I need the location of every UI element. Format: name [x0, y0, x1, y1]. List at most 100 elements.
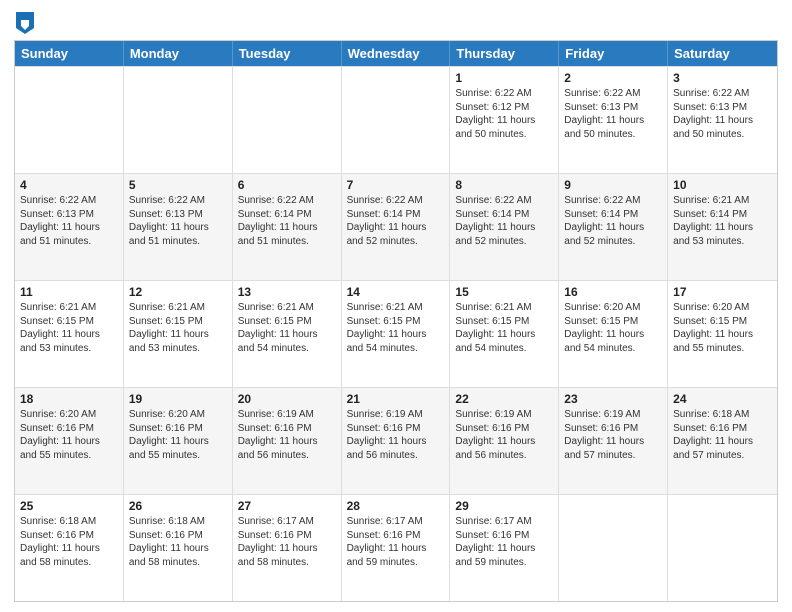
day-number: 18	[20, 391, 118, 407]
calendar-cell: 11Sunrise: 6:21 AM Sunset: 6:15 PM Dayli…	[15, 281, 124, 387]
calendar-header-cell: Thursday	[450, 41, 559, 66]
cell-info: Sunrise: 6:18 AM Sunset: 6:16 PM Dayligh…	[129, 515, 227, 569]
cell-info: Sunrise: 6:22 AM Sunset: 6:13 PM Dayligh…	[129, 194, 227, 248]
day-number: 2	[564, 70, 662, 86]
cell-info: Sunrise: 6:17 AM Sunset: 6:16 PM Dayligh…	[455, 515, 553, 569]
calendar-header-cell: Wednesday	[342, 41, 451, 66]
day-number: 28	[347, 498, 445, 514]
logo-icon	[16, 12, 34, 34]
day-number: 15	[455, 284, 553, 300]
day-number: 1	[455, 70, 553, 86]
day-number: 20	[238, 391, 336, 407]
calendar-cell: 8Sunrise: 6:22 AM Sunset: 6:14 PM Daylig…	[450, 174, 559, 280]
cell-info: Sunrise: 6:17 AM Sunset: 6:16 PM Dayligh…	[347, 515, 445, 569]
calendar: SundayMondayTuesdayWednesdayThursdayFrid…	[14, 40, 778, 602]
cell-info: Sunrise: 6:22 AM Sunset: 6:14 PM Dayligh…	[238, 194, 336, 248]
day-number: 5	[129, 177, 227, 193]
cell-info: Sunrise: 6:22 AM Sunset: 6:12 PM Dayligh…	[455, 87, 553, 141]
day-number: 4	[20, 177, 118, 193]
cell-info: Sunrise: 6:17 AM Sunset: 6:16 PM Dayligh…	[238, 515, 336, 569]
day-number: 3	[673, 70, 772, 86]
calendar-cell: 2Sunrise: 6:22 AM Sunset: 6:13 PM Daylig…	[559, 67, 668, 173]
day-number: 11	[20, 284, 118, 300]
calendar-header-cell: Saturday	[668, 41, 777, 66]
day-number: 29	[455, 498, 553, 514]
calendar-cell: 14Sunrise: 6:21 AM Sunset: 6:15 PM Dayli…	[342, 281, 451, 387]
cell-info: Sunrise: 6:21 AM Sunset: 6:15 PM Dayligh…	[20, 301, 118, 355]
cell-info: Sunrise: 6:21 AM Sunset: 6:15 PM Dayligh…	[347, 301, 445, 355]
cell-info: Sunrise: 6:22 AM Sunset: 6:14 PM Dayligh…	[564, 194, 662, 248]
calendar-cell: 15Sunrise: 6:21 AM Sunset: 6:15 PM Dayli…	[450, 281, 559, 387]
cell-info: Sunrise: 6:19 AM Sunset: 6:16 PM Dayligh…	[238, 408, 336, 462]
calendar-cell: 9Sunrise: 6:22 AM Sunset: 6:14 PM Daylig…	[559, 174, 668, 280]
calendar-cell: 19Sunrise: 6:20 AM Sunset: 6:16 PM Dayli…	[124, 388, 233, 494]
day-number: 13	[238, 284, 336, 300]
day-number: 23	[564, 391, 662, 407]
calendar-cell: 27Sunrise: 6:17 AM Sunset: 6:16 PM Dayli…	[233, 495, 342, 601]
calendar-header-cell: Monday	[124, 41, 233, 66]
calendar-cell	[342, 67, 451, 173]
cell-info: Sunrise: 6:19 AM Sunset: 6:16 PM Dayligh…	[564, 408, 662, 462]
calendar-cell: 20Sunrise: 6:19 AM Sunset: 6:16 PM Dayli…	[233, 388, 342, 494]
cell-info: Sunrise: 6:20 AM Sunset: 6:15 PM Dayligh…	[673, 301, 772, 355]
calendar-cell: 1Sunrise: 6:22 AM Sunset: 6:12 PM Daylig…	[450, 67, 559, 173]
cell-info: Sunrise: 6:20 AM Sunset: 6:16 PM Dayligh…	[20, 408, 118, 462]
cell-info: Sunrise: 6:21 AM Sunset: 6:15 PM Dayligh…	[129, 301, 227, 355]
page: SundayMondayTuesdayWednesdayThursdayFrid…	[0, 0, 792, 612]
calendar-cell: 22Sunrise: 6:19 AM Sunset: 6:16 PM Dayli…	[450, 388, 559, 494]
calendar-header-cell: Friday	[559, 41, 668, 66]
cell-info: Sunrise: 6:22 AM Sunset: 6:13 PM Dayligh…	[564, 87, 662, 141]
calendar-cell: 7Sunrise: 6:22 AM Sunset: 6:14 PM Daylig…	[342, 174, 451, 280]
day-number: 22	[455, 391, 553, 407]
calendar-cell: 13Sunrise: 6:21 AM Sunset: 6:15 PM Dayli…	[233, 281, 342, 387]
calendar-cell: 12Sunrise: 6:21 AM Sunset: 6:15 PM Dayli…	[124, 281, 233, 387]
calendar-cell	[233, 67, 342, 173]
calendar-row: 11Sunrise: 6:21 AM Sunset: 6:15 PM Dayli…	[15, 280, 777, 387]
calendar-cell: 23Sunrise: 6:19 AM Sunset: 6:16 PM Dayli…	[559, 388, 668, 494]
day-number: 14	[347, 284, 445, 300]
day-number: 27	[238, 498, 336, 514]
day-number: 8	[455, 177, 553, 193]
calendar-body: 1Sunrise: 6:22 AM Sunset: 6:12 PM Daylig…	[15, 66, 777, 601]
calendar-cell: 16Sunrise: 6:20 AM Sunset: 6:15 PM Dayli…	[559, 281, 668, 387]
calendar-cell	[559, 495, 668, 601]
calendar-header-cell: Sunday	[15, 41, 124, 66]
cell-info: Sunrise: 6:19 AM Sunset: 6:16 PM Dayligh…	[347, 408, 445, 462]
day-number: 24	[673, 391, 772, 407]
day-number: 7	[347, 177, 445, 193]
day-number: 21	[347, 391, 445, 407]
cell-info: Sunrise: 6:21 AM Sunset: 6:15 PM Dayligh…	[238, 301, 336, 355]
day-number: 26	[129, 498, 227, 514]
calendar-row: 1Sunrise: 6:22 AM Sunset: 6:12 PM Daylig…	[15, 66, 777, 173]
cell-info: Sunrise: 6:21 AM Sunset: 6:15 PM Dayligh…	[455, 301, 553, 355]
cell-info: Sunrise: 6:22 AM Sunset: 6:13 PM Dayligh…	[20, 194, 118, 248]
cell-info: Sunrise: 6:19 AM Sunset: 6:16 PM Dayligh…	[455, 408, 553, 462]
calendar-cell: 3Sunrise: 6:22 AM Sunset: 6:13 PM Daylig…	[668, 67, 777, 173]
day-number: 12	[129, 284, 227, 300]
calendar-cell: 21Sunrise: 6:19 AM Sunset: 6:16 PM Dayli…	[342, 388, 451, 494]
calendar-cell: 4Sunrise: 6:22 AM Sunset: 6:13 PM Daylig…	[15, 174, 124, 280]
cell-info: Sunrise: 6:22 AM Sunset: 6:14 PM Dayligh…	[347, 194, 445, 248]
cell-info: Sunrise: 6:22 AM Sunset: 6:13 PM Dayligh…	[673, 87, 772, 141]
cell-info: Sunrise: 6:20 AM Sunset: 6:16 PM Dayligh…	[129, 408, 227, 462]
calendar-cell: 10Sunrise: 6:21 AM Sunset: 6:14 PM Dayli…	[668, 174, 777, 280]
calendar-header: SundayMondayTuesdayWednesdayThursdayFrid…	[15, 41, 777, 66]
calendar-cell: 29Sunrise: 6:17 AM Sunset: 6:16 PM Dayli…	[450, 495, 559, 601]
cell-info: Sunrise: 6:18 AM Sunset: 6:16 PM Dayligh…	[20, 515, 118, 569]
calendar-cell	[124, 67, 233, 173]
calendar-cell: 28Sunrise: 6:17 AM Sunset: 6:16 PM Dayli…	[342, 495, 451, 601]
calendar-cell: 5Sunrise: 6:22 AM Sunset: 6:13 PM Daylig…	[124, 174, 233, 280]
calendar-cell	[668, 495, 777, 601]
calendar-cell: 26Sunrise: 6:18 AM Sunset: 6:16 PM Dayli…	[124, 495, 233, 601]
cell-info: Sunrise: 6:22 AM Sunset: 6:14 PM Dayligh…	[455, 194, 553, 248]
day-number: 6	[238, 177, 336, 193]
day-number: 19	[129, 391, 227, 407]
cell-info: Sunrise: 6:18 AM Sunset: 6:16 PM Dayligh…	[673, 408, 772, 462]
calendar-cell: 25Sunrise: 6:18 AM Sunset: 6:16 PM Dayli…	[15, 495, 124, 601]
calendar-cell: 24Sunrise: 6:18 AM Sunset: 6:16 PM Dayli…	[668, 388, 777, 494]
calendar-cell: 17Sunrise: 6:20 AM Sunset: 6:15 PM Dayli…	[668, 281, 777, 387]
cell-info: Sunrise: 6:21 AM Sunset: 6:14 PM Dayligh…	[673, 194, 772, 248]
day-number: 25	[20, 498, 118, 514]
calendar-cell	[15, 67, 124, 173]
logo	[14, 14, 34, 34]
